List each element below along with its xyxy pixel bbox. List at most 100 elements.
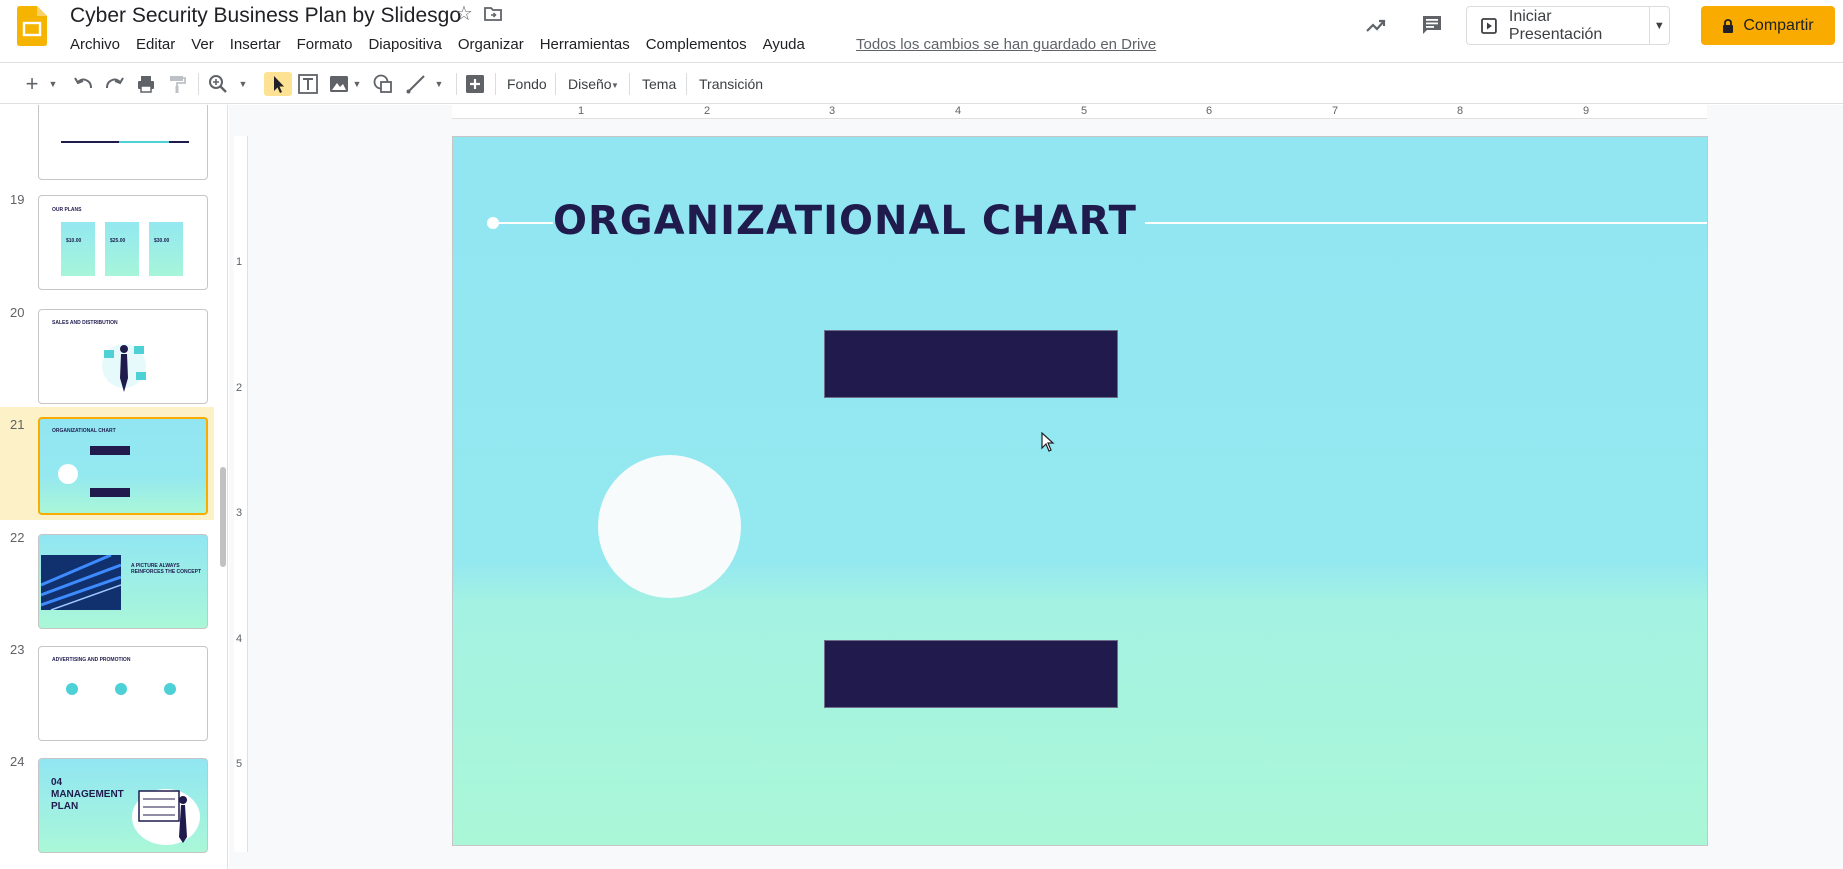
text-box-icon[interactable] <box>297 72 319 96</box>
thumbnail-title: ADVERTISING AND PROMOTION <box>52 657 131 663</box>
image-dropdown[interactable]: ▼ <box>351 72 363 96</box>
slide-thumbnail[interactable]: SALES AND DISTRIBUTION <box>38 309 208 404</box>
current-slide[interactable]: ORGANIZATIONAL CHART <box>452 136 1708 846</box>
slide-thumbnail[interactable] <box>38 105 208 180</box>
slide-thumbnail-selected[interactable]: ORGANIZATIONAL CHART <box>38 417 208 515</box>
menu-formato[interactable]: Formato <box>289 33 361 57</box>
slide-thumbnail[interactable]: OUR PLANS $10.00 $25.00 $30.00 <box>38 195 208 290</box>
org-chart-box-top[interactable] <box>824 330 1118 398</box>
mouse-cursor-icon <box>1041 432 1055 452</box>
toolbar: + ▼ ▼ ▼ ▼ Fondo Diseño ▼ Tema Transición <box>0 62 1843 104</box>
new-slide-layout-dropdown[interactable]: ▼ <box>46 72 60 96</box>
select-tool-icon[interactable] <box>264 72 292 96</box>
print-icon[interactable] <box>135 72 157 96</box>
image-icon[interactable] <box>328 72 350 96</box>
slide-number: 23 <box>10 642 25 657</box>
share-label: Compartir <box>1743 16 1814 34</box>
filmstrip-scrollbar[interactable] <box>220 467 226 567</box>
slide-thumbnail[interactable]: 04 MANAGEMENT PLAN <box>38 758 208 853</box>
ruler-mark: 8 <box>1457 105 1464 117</box>
timeline-line <box>119 141 169 143</box>
slide-thumbnail-row[interactable]: 24 04 MANAGEMENT PLAN <box>0 744 214 856</box>
toolbar-divider <box>456 73 457 95</box>
line-icon[interactable] <box>405 72 427 96</box>
ruler-mark: 1 <box>578 105 585 117</box>
thumbnail-title: A PICTURE ALWAYS REINFORCES THE CONCEPT <box>131 563 202 575</box>
slides-logo-icon[interactable] <box>17 6 47 46</box>
plan-card: $10.00 <box>61 222 95 276</box>
activity-dashboard-icon[interactable] <box>1364 14 1388 38</box>
slide-thumbnail-row[interactable]: 19 OUR PLANS $10.00 $25.00 $30.00 <box>0 187 214 295</box>
line-dropdown[interactable]: ▼ <box>432 72 446 96</box>
theme-button[interactable]: Tema <box>642 74 676 94</box>
plan-price: $30.00 <box>154 238 170 244</box>
shape-icon[interactable] <box>372 72 394 96</box>
comments-icon[interactable] <box>1420 13 1444 37</box>
layout-button[interactable]: Diseño <box>568 74 612 94</box>
ruler-mark: 2 <box>704 105 711 117</box>
undo-icon[interactable] <box>72 72 94 96</box>
slide-thumbnail-row[interactable]: 22 A PICTURE ALWAYS REINFORCES THE CONCE… <box>0 520 214 632</box>
slide-filmstrip: 19 OUR PLANS $10.00 $25.00 $30.00 20 SAL… <box>0 105 228 869</box>
menu-organizar[interactable]: Organizar <box>450 33 532 57</box>
move-folder-icon[interactable] <box>483 4 503 24</box>
layout-dropdown-icon[interactable]: ▼ <box>610 73 620 97</box>
slide-thumbnail[interactable]: A PICTURE ALWAYS REINFORCES THE CONCEPT <box>38 534 208 629</box>
plan-price: $10.00 <box>66 238 82 244</box>
menu-complementos[interactable]: Complementos <box>638 33 755 57</box>
slide-number: 20 <box>10 305 25 320</box>
app-header: Cyber Security Business Plan by Slidesgo… <box>0 0 1843 60</box>
zoom-icon[interactable] <box>207 72 229 96</box>
star-icon[interactable]: ☆ <box>453 3 475 25</box>
menu-editar[interactable]: Editar <box>128 33 183 57</box>
slide-title[interactable]: ORGANIZATIONAL CHART <box>553 197 1145 245</box>
lock-icon <box>1723 18 1734 33</box>
slide-thumbnail-row[interactable]: 20 SALES AND DISTRIBUTION <box>0 295 214 407</box>
online-icon <box>164 683 176 695</box>
zoom-dropdown[interactable]: ▼ <box>236 72 250 96</box>
comment-add-icon[interactable] <box>464 72 486 96</box>
present-label: Iniciar Presentación <box>1508 7 1603 43</box>
present-options-dropdown[interactable]: ▼ <box>1650 20 1669 32</box>
share-button[interactable]: Compartir <box>1701 6 1835 45</box>
vertical-ruler: 1 2 3 4 5 <box>234 136 248 852</box>
thumbnail-title: OUR PLANS <box>52 207 82 213</box>
document-title[interactable]: Cyber Security Business Plan by Slidesgo <box>70 2 461 30</box>
org-chart-box-bottom[interactable] <box>824 640 1118 708</box>
horizontal-ruler: 1 2 3 4 5 6 7 8 9 <box>452 105 1707 119</box>
toolbar-divider <box>686 73 687 95</box>
menu-archivo[interactable]: Archivo <box>62 33 128 57</box>
ruler-mark: 3 <box>236 507 243 519</box>
ruler-mark: 9 <box>1583 105 1590 117</box>
save-status-link[interactable]: Todos los cambios se han guardado en Dri… <box>856 35 1156 55</box>
advertising-icon <box>66 683 78 695</box>
ruler-mark: 5 <box>236 758 243 770</box>
illustration-icon <box>102 344 146 392</box>
thumbnail-title: ORGANIZATIONAL CHART <box>52 428 116 434</box>
slide-thumbnail-row-selected[interactable]: 21 ORGANIZATIONAL CHART <box>0 407 214 520</box>
menu-ayuda[interactable]: Ayuda <box>755 33 813 57</box>
menu-herramientas[interactable]: Herramientas <box>532 33 638 57</box>
menu-bar: Archivo Editar Ver Insertar Formato Diap… <box>62 33 813 57</box>
slide-thumbnail-row[interactable] <box>0 105 214 180</box>
new-slide-icon[interactable]: + <box>22 71 42 96</box>
ruler-mark: 6 <box>1206 105 1213 117</box>
paint-format-icon[interactable] <box>166 72 188 96</box>
menu-diapositiva[interactable]: Diapositiva <box>360 33 449 57</box>
slide-thumbnail-row[interactable]: 23 ADVERTISING AND PROMOTION <box>0 632 214 744</box>
ruler-mark: 3 <box>829 105 836 117</box>
toolbar-divider <box>555 73 556 95</box>
ruler-mark: 7 <box>1332 105 1339 117</box>
org-chart-circle[interactable] <box>598 455 741 598</box>
menu-ver[interactable]: Ver <box>183 33 222 57</box>
redo-icon[interactable] <box>104 72 126 96</box>
management-illustration-icon <box>132 789 200 845</box>
toolbar-divider <box>198 73 199 95</box>
transition-button[interactable]: Transición <box>699 74 763 94</box>
slide-thumbnail[interactable]: ADVERTISING AND PROMOTION <box>38 646 208 741</box>
background-button[interactable]: Fondo <box>507 74 547 94</box>
ruler-mark: 2 <box>236 382 243 394</box>
menu-insertar[interactable]: Insertar <box>222 33 289 57</box>
title-decoration-dot[interactable] <box>487 217 499 229</box>
start-presentation-button[interactable]: Iniciar Presentación <box>1467 7 1650 44</box>
